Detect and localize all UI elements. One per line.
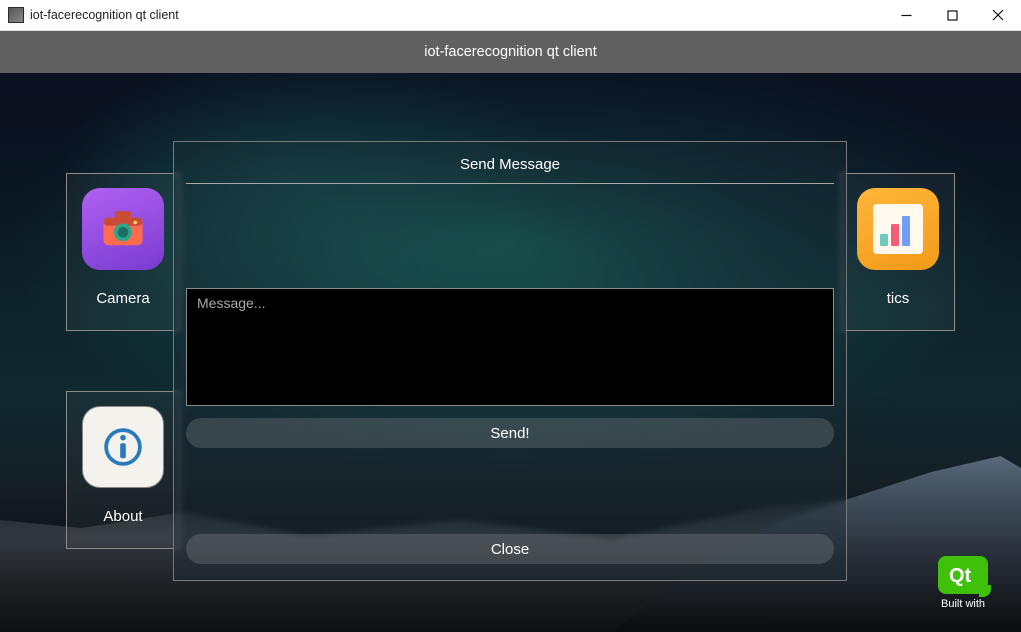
window-controls [883,0,1021,30]
tile-statistics-label: tics [887,290,910,307]
close-button[interactable] [975,0,1021,30]
minimize-button[interactable] [883,0,929,30]
tile-about-label: About [103,508,142,525]
client-area: iot-facerecognition qt client Connection… [0,31,1021,632]
tile-camera[interactable]: Camera [66,173,180,331]
window-title: iot-facerecognition qt client [30,8,179,22]
window-titlebar: iot-facerecognition qt client [0,0,1021,31]
modal-divider [186,183,834,184]
message-input[interactable] [186,288,834,406]
qt-badge: Qt Built with [927,556,999,610]
modal-title: Send Message [460,156,560,173]
statistics-icon [857,188,939,270]
tile-about[interactable]: About [66,391,180,549]
titlebar-left: iot-facerecognition qt client [8,7,179,23]
qt-logo-icon: Qt [938,556,988,594]
send-button[interactable]: Send! [186,418,834,448]
app-header: iot-facerecognition qt client [0,31,1021,73]
qt-badge-text: Built with [941,598,985,610]
send-message-modal: Send Message Send! Close [173,141,847,581]
maximize-button[interactable] [929,0,975,30]
app-icon [8,7,24,23]
tile-statistics[interactable]: tics [841,173,955,331]
svg-text:Qt: Qt [949,565,972,587]
close-modal-button[interactable]: Close [186,534,834,564]
about-icon [82,406,164,488]
camera-icon [82,188,164,270]
app-title: iot-facerecognition qt client [424,44,597,60]
tile-camera-label: Camera [96,290,149,307]
